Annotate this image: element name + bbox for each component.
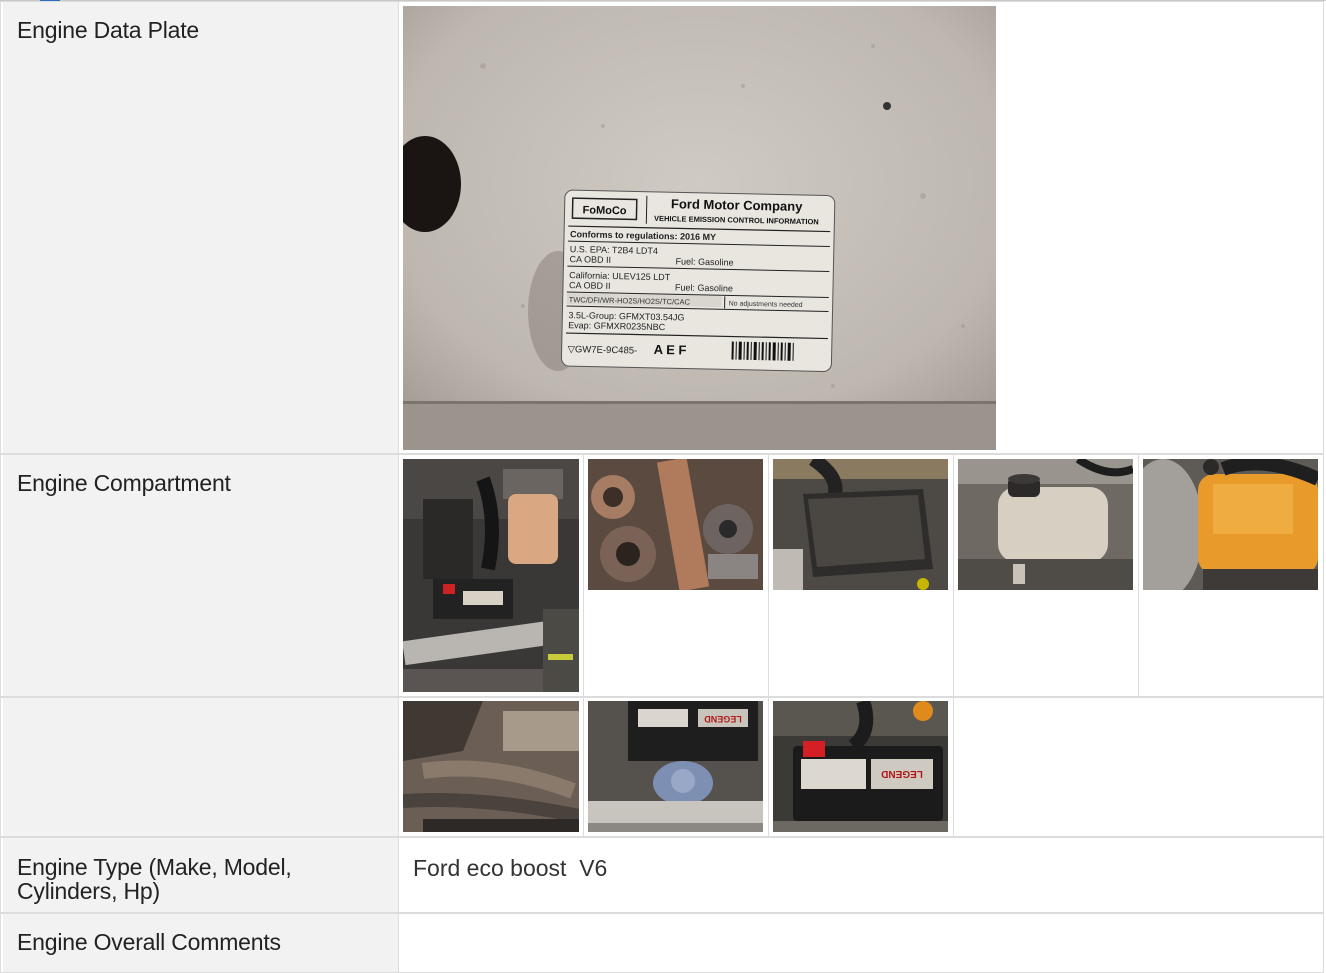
label-engine-overall-comments: Engine Overall Comments (17, 931, 281, 954)
battery-brand-label-2: LEGEND (881, 768, 923, 779)
engine-data-plate-photo[interactable]: FoMoCo Ford Motor Company VEHICLE EMISSI… (403, 6, 996, 450)
battery-photo[interactable]: LEGEND (773, 701, 948, 832)
row-engine-compartment: Engine Compartment (0, 454, 1324, 697)
coolant-tank-photo[interactable] (1143, 459, 1318, 590)
engine-bay-photo[interactable] (403, 459, 579, 692)
plate-part: ▽GW7E-9C485- (568, 344, 638, 356)
plate-suffix: A E F (654, 342, 687, 358)
row-label: Engine Overall Comments (3, 914, 399, 972)
label-engine-compartment: Engine Compartment (17, 472, 231, 495)
engine-underside-photo[interactable] (403, 701, 579, 832)
plate-company: Ford Motor Company (671, 196, 803, 214)
pulley-photo[interactable] (588, 459, 763, 590)
row-engine-data-plate: Engine Data Plate (0, 1, 1324, 454)
plate-fuel1: Fuel: Gasoline (675, 256, 733, 267)
row-label: Engine Data Plate (3, 2, 399, 453)
row-engine-type: Engine Type (Make, Model, Cylinders, Hp)… (0, 837, 1324, 913)
air-box-photo[interactable] (773, 459, 948, 590)
battery-brand-label: LEGEND (704, 714, 742, 724)
engine-type-value: Ford eco boost V6 (413, 855, 607, 882)
battery-top-photo[interactable]: LEGEND (588, 701, 763, 832)
row-label (3, 698, 399, 836)
reservoir-photo[interactable] (958, 459, 1133, 590)
row-engine-overall-comments: Engine Overall Comments (0, 913, 1324, 973)
plate-obd1: CA OBD II (569, 254, 611, 265)
plate-evap: Evap: GFMXR0235NBC (568, 320, 666, 332)
label-engine-data-plate: Engine Data Plate (17, 19, 199, 42)
label-engine-type: Engine Type (Make, Model, Cylinders, Hp) (17, 855, 292, 903)
plate-obd2: CA OBD II (569, 280, 611, 291)
plate-brand: FoMoCo (582, 204, 627, 217)
row-engine-compartment-continued: LEGEND LEGEND (0, 697, 1324, 837)
plate-fuel2: Fuel: Gasoline (675, 282, 733, 293)
row-label: Engine Compartment (3, 455, 399, 696)
row-label: Engine Type (Make, Model, Cylinders, Hp) (3, 838, 399, 912)
